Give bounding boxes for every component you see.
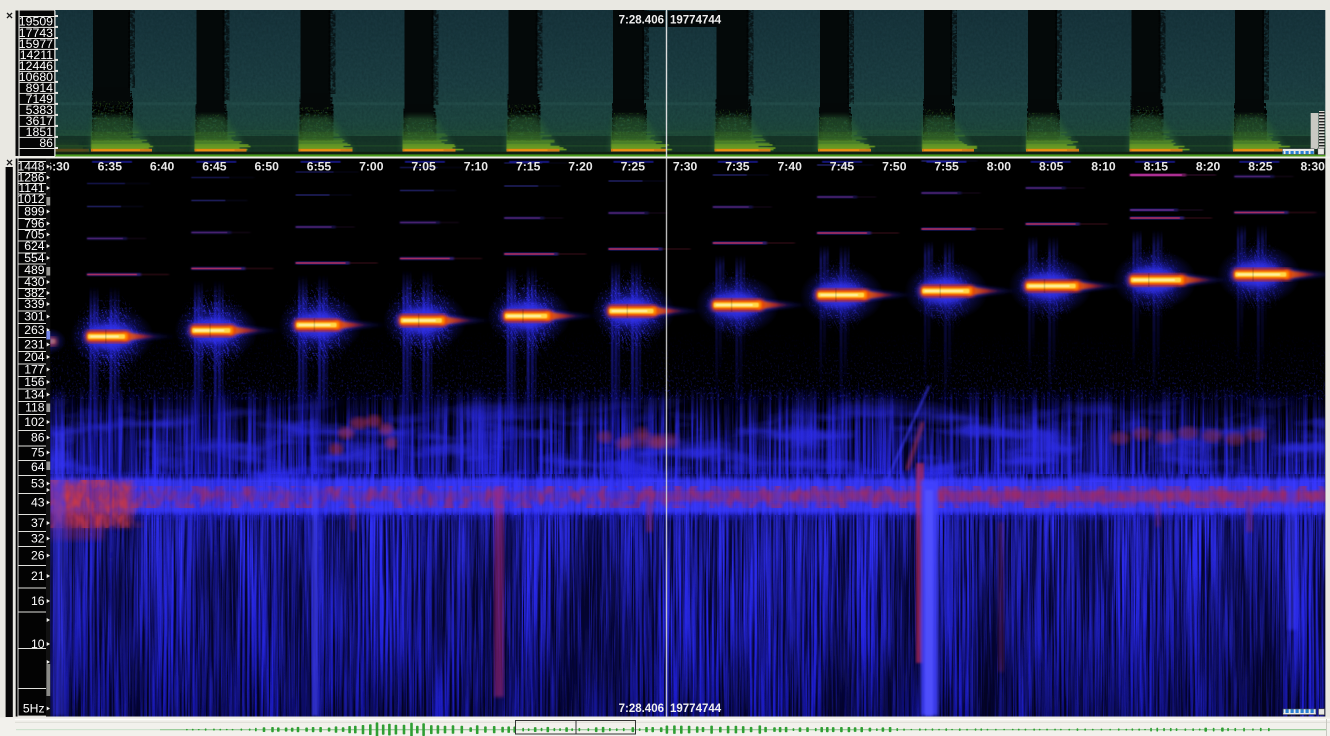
- svg-text:7:40: 7:40: [777, 160, 802, 174]
- svg-text:7:28.406: 7:28.406: [619, 703, 664, 715]
- svg-text:7:28.406: 7:28.406: [619, 15, 664, 27]
- svg-text:8:10: 8:10: [1091, 160, 1116, 174]
- svg-text:7:25: 7:25: [621, 160, 646, 174]
- svg-text:7:45: 7:45: [830, 160, 855, 174]
- svg-text:37: 37: [31, 516, 45, 530]
- svg-text:118: 118: [25, 401, 45, 415]
- svg-text:8:20: 8:20: [1196, 160, 1221, 174]
- svg-text:7:55: 7:55: [934, 160, 959, 174]
- svg-text:7:30: 7:30: [673, 160, 698, 174]
- svg-text:×: ×: [6, 9, 13, 23]
- svg-text:19774744: 19774744: [670, 15, 722, 27]
- svg-text:7:00: 7:00: [359, 160, 384, 174]
- svg-text:64: 64: [31, 460, 45, 474]
- svg-text:10: 10: [31, 637, 45, 651]
- svg-text:75: 75: [31, 446, 45, 460]
- svg-text:6:45: 6:45: [202, 160, 227, 174]
- svg-text:8:05: 8:05: [1039, 160, 1064, 174]
- svg-text:6:40: 6:40: [150, 160, 175, 174]
- svg-text:×: ×: [6, 156, 13, 170]
- svg-text:8:30: 8:30: [1300, 160, 1325, 174]
- svg-text:301: 301: [24, 310, 45, 324]
- svg-text:6:55: 6:55: [307, 160, 332, 174]
- svg-text:19774744: 19774744: [670, 703, 722, 715]
- svg-text:5Hz: 5Hz: [23, 702, 45, 716]
- svg-text:8:15: 8:15: [1144, 160, 1169, 174]
- svg-text:26: 26: [31, 549, 45, 563]
- svg-text:6:50: 6:50: [254, 160, 279, 174]
- svg-text:102: 102: [24, 415, 45, 429]
- svg-text:8:00: 8:00: [987, 160, 1012, 174]
- svg-text:7:15: 7:15: [516, 160, 541, 174]
- svg-text:53: 53: [31, 477, 45, 491]
- svg-text:7:05: 7:05: [411, 160, 436, 174]
- svg-text:7:50: 7:50: [882, 160, 907, 174]
- svg-text:43: 43: [31, 496, 45, 510]
- svg-text:7:35: 7:35: [725, 160, 750, 174]
- svg-text:32: 32: [31, 532, 45, 546]
- svg-text:134: 134: [24, 388, 45, 402]
- svg-text:86: 86: [39, 136, 53, 150]
- svg-text:16: 16: [31, 594, 45, 608]
- svg-text:8:25: 8:25: [1248, 160, 1273, 174]
- svg-text:7:20: 7:20: [568, 160, 593, 174]
- svg-text:263: 263: [24, 323, 45, 337]
- svg-text:21: 21: [31, 569, 45, 583]
- svg-text:6:35: 6:35: [98, 160, 123, 174]
- svg-text:7:10: 7:10: [464, 160, 489, 174]
- svg-text:86: 86: [31, 431, 45, 445]
